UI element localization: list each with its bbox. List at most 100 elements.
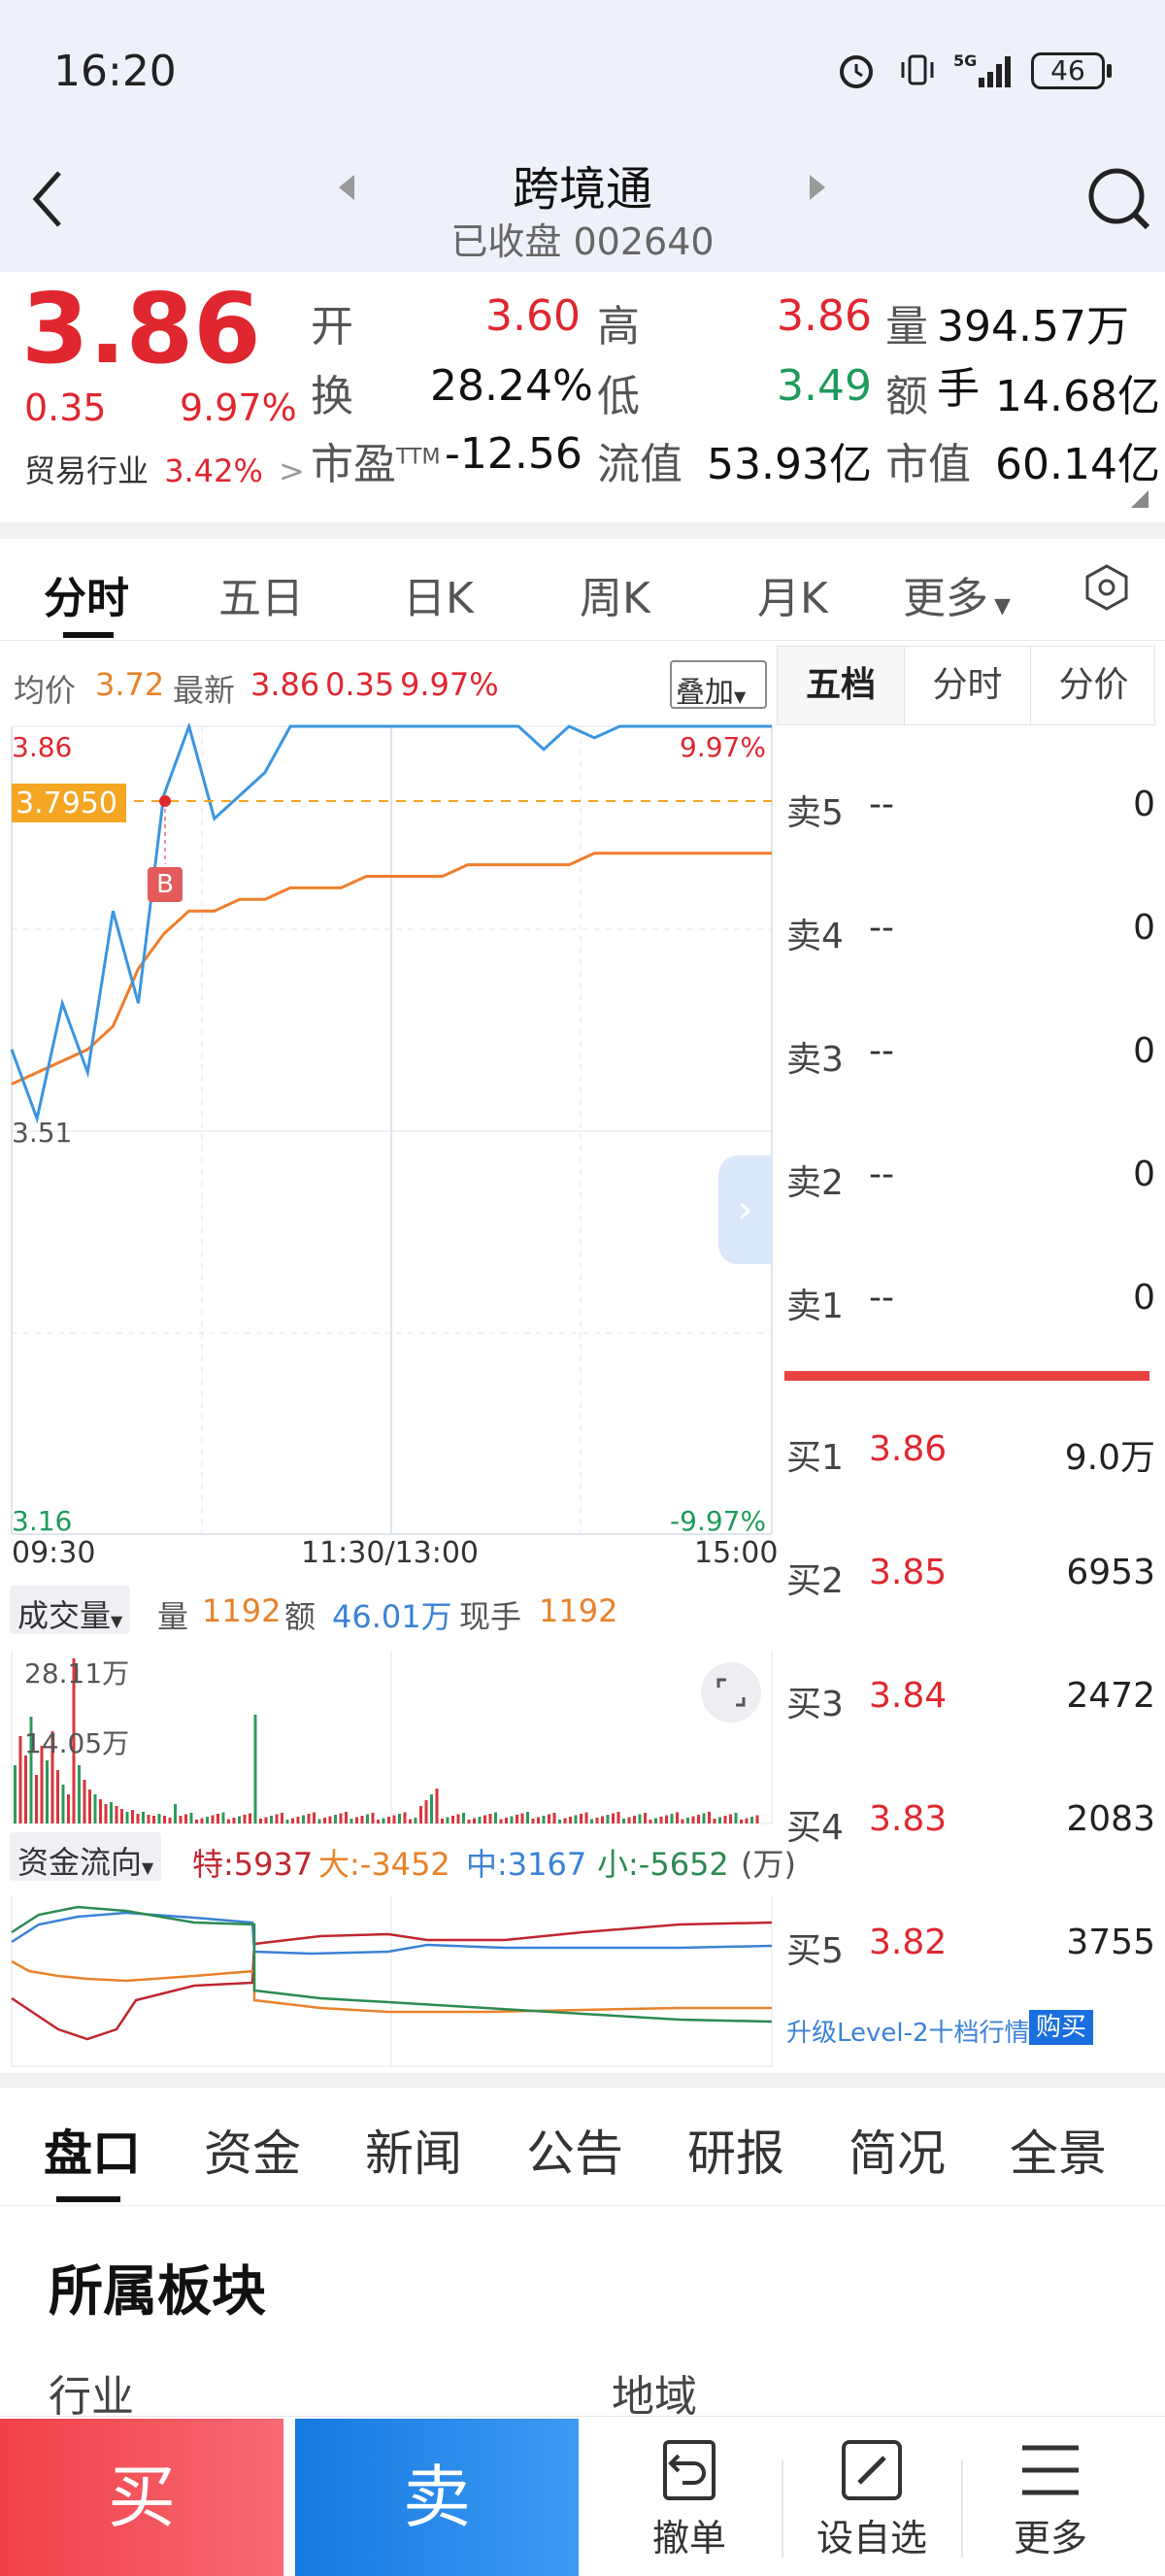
- level-volume: 9.0万: [1064, 1438, 1155, 1478]
- tab-profile[interactable]: 简况: [849, 2115, 946, 2185]
- volume-bar: [467, 1820, 471, 1823]
- tab-research[interactable]: 研报: [687, 2115, 784, 2185]
- tab-five-day[interactable]: 五日: [218, 563, 304, 625]
- te-flow: 特:5937: [192, 1846, 314, 1883]
- add-watchlist-label: 设自选: [816, 2517, 927, 2559]
- price-chart[interactable]: [0, 723, 777, 1568]
- pct-high-label: 9.97%: [680, 731, 766, 763]
- level-label: 买2: [786, 1561, 844, 1601]
- last-chg: 0.35: [325, 666, 395, 703]
- volume-bar: [691, 1816, 695, 1823]
- volume-bar: [366, 1814, 369, 1823]
- menu-icon: [1022, 2445, 1079, 2495]
- level-price: --: [869, 785, 894, 824]
- volume-bar: [697, 1815, 700, 1823]
- next-stock-icon[interactable]: [806, 173, 829, 206]
- bid-row[interactable]: 买3 3.84 2472: [786, 1676, 1155, 1734]
- fullscreen-icon[interactable]: [701, 1662, 761, 1723]
- tab-monthly-k[interactable]: 月K: [757, 563, 828, 625]
- price-change: 0.35: [24, 386, 107, 429]
- tab-more[interactable]: 更多 ▼: [903, 563, 1011, 625]
- buy-marker[interactable]: B: [148, 867, 183, 902]
- purchase-button[interactable]: 购买: [1029, 2010, 1093, 2045]
- volume-bar: [360, 1816, 364, 1823]
- settings-hex-icon[interactable]: [1082, 563, 1131, 612]
- da-flow: 大:-3452: [318, 1846, 450, 1883]
- tab-ticks[interactable]: 分时: [904, 647, 1030, 724]
- volume-bar: [537, 1817, 540, 1823]
- level-volume: 0: [1133, 908, 1155, 948]
- bid-row[interactable]: 买4 3.83 2083: [786, 1799, 1155, 1857]
- bid-row[interactable]: 买5 3.82 3755: [786, 1923, 1155, 1981]
- moneyflow-dropdown[interactable]: 资金流向▼: [10, 1832, 162, 1881]
- volume-bar: [729, 1814, 732, 1823]
- ask-row[interactable]: 卖4 -- 0: [786, 908, 1155, 966]
- level-price: --: [869, 1278, 894, 1318]
- tab-announce[interactable]: 公告: [526, 2115, 623, 2185]
- volume-bar: [681, 1819, 684, 1823]
- mkt-cap-value: 60.14亿: [995, 440, 1160, 489]
- volume-bar: [238, 1816, 241, 1823]
- volume-bar: [377, 1820, 380, 1823]
- volume-bar: [221, 1812, 225, 1823]
- bottom-bar: 买 卖 撤单 设自选 更多: [0, 2416, 1165, 2576]
- expand-corner-icon[interactable]: [1131, 490, 1148, 508]
- level-volume: 0: [1133, 1278, 1155, 1318]
- volume-bar: [120, 1809, 123, 1823]
- ask-row[interactable]: 卖3 -- 0: [786, 1031, 1155, 1089]
- bid-row[interactable]: 买2 3.85 6953: [786, 1553, 1155, 1611]
- tab-five-levels[interactable]: 五档: [778, 647, 904, 724]
- tab-price-dist[interactable]: 分价: [1030, 647, 1156, 724]
- level-volume: 3755: [1066, 1923, 1155, 1962]
- volume-bar: [227, 1819, 230, 1823]
- y-mid-label: 3.51: [12, 1117, 73, 1149]
- last-pct: 9.97%: [400, 666, 499, 703]
- bid-row[interactable]: 买1 3.86 9.0万: [786, 1429, 1155, 1488]
- volume-bar: [409, 1819, 412, 1823]
- tab-intraday[interactable]: 分时: [44, 563, 129, 625]
- tab-weekly-k[interactable]: 周K: [580, 563, 650, 625]
- low-value: 3.49: [777, 361, 872, 411]
- tab-pankou[interactable]: 盘口: [44, 2115, 141, 2185]
- tab-panorama[interactable]: 全景: [1010, 2115, 1107, 2185]
- tab-daily-k[interactable]: 日K: [403, 563, 474, 625]
- volume-bar: [531, 1819, 535, 1823]
- ask-row[interactable]: 卖2 -- 0: [786, 1154, 1155, 1213]
- volume-bar: [323, 1818, 326, 1823]
- volume-bar: [505, 1818, 508, 1823]
- low-label: 低: [597, 372, 640, 421]
- level-price: --: [869, 908, 894, 948]
- volume-bar: [93, 1794, 97, 1823]
- section-title: 所属板块: [49, 2260, 266, 2324]
- ask-row[interactable]: 卖1 -- 0: [786, 1278, 1155, 1336]
- upgrade-link[interactable]: 升级Level-2十档行情: [786, 2013, 1030, 2049]
- industry-link[interactable]: 贸易行业 3.42% >: [24, 447, 305, 491]
- volume-bar: [152, 1816, 155, 1823]
- moneyflow-chart: [11, 1895, 773, 2067]
- cancel-order-button[interactable]: 撤单: [621, 2436, 757, 2572]
- back-button[interactable]: [24, 165, 73, 233]
- volume-bar: [142, 1812, 145, 1823]
- buy-button[interactable]: 买: [0, 2419, 283, 2576]
- volume-bar: [88, 1790, 91, 1823]
- undo-doc-icon: [663, 2440, 716, 2500]
- overlay-button[interactable]: 叠加▼: [670, 660, 767, 710]
- volume-bar: [516, 1815, 518, 1823]
- volume-bar: [633, 1816, 636, 1823]
- volume-bar: [78, 1765, 81, 1823]
- open-value: 3.60: [485, 291, 581, 341]
- tab-news[interactable]: 新闻: [365, 2115, 462, 2185]
- ask-row[interactable]: 卖5 -- 0: [786, 785, 1155, 843]
- search-icon[interactable]: [1085, 165, 1153, 233]
- turnover-label: 换: [311, 372, 353, 421]
- expand-panel-button[interactable]: ›: [718, 1155, 772, 1264]
- volume-bar: [574, 1815, 578, 1823]
- volume-bar: [734, 1813, 738, 1823]
- sell-button[interactable]: 卖: [295, 2419, 579, 2576]
- tab-fund[interactable]: 资金: [204, 2115, 301, 2185]
- volume-bar: [654, 1818, 657, 1823]
- more-button[interactable]: 更多: [982, 2436, 1118, 2572]
- add-watchlist-button[interactable]: 设自选: [804, 2436, 940, 2572]
- volume-dropdown[interactable]: 成交量▼: [10, 1586, 131, 1634]
- volume-bar: [638, 1814, 642, 1823]
